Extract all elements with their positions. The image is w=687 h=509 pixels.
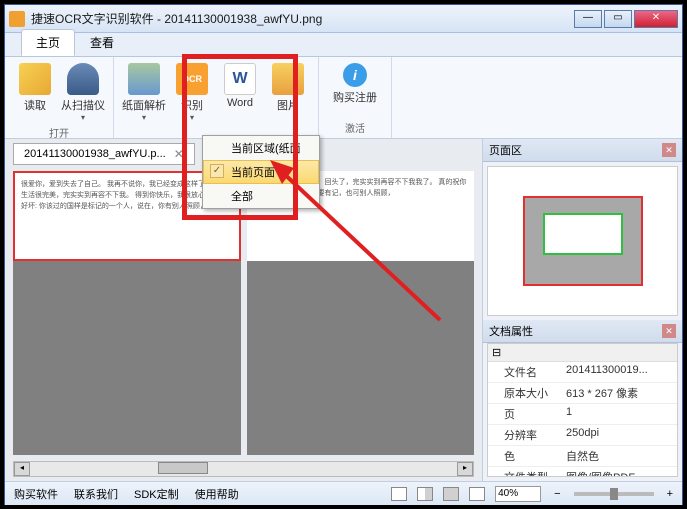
chevron-down-icon: ▾ [142, 113, 146, 122]
file-tab[interactable]: 20141130001938_awfYU.p... ✕ [13, 143, 195, 165]
ribbon: 读取 从扫描仪 ▾ 打开 纸面解析 ▾ OCR 识别 [5, 57, 682, 139]
status-help-link[interactable]: 使用帮助 [192, 486, 242, 502]
ocr-icon: OCR [176, 63, 208, 95]
statusbar: 购买软件 联系我们 SDK定制 使用帮助 − + [5, 481, 682, 505]
prop-row: 文件名201411300019... [488, 362, 677, 383]
word-icon: W [224, 63, 256, 95]
prop-group-toggle[interactable]: ⊟ [488, 344, 677, 362]
preview-region [543, 213, 623, 255]
side-panel: 页面区 ✕ 文档属性 ✕ ⊟ 文件名201411300019... 原本大小61… [482, 139, 682, 481]
chevron-down-icon: ▾ [190, 113, 194, 122]
page-preview[interactable] [487, 166, 678, 316]
zoom-out-button[interactable]: − [551, 488, 563, 500]
zoom-input[interactable] [495, 486, 541, 502]
parse-button[interactable]: 纸面解析 ▾ [120, 59, 168, 124]
menu-item-all[interactable]: 全部 [203, 184, 319, 208]
properties-grid: ⊟ 文件名201411300019... 原本大小613 * 267 像素 页1… [487, 343, 678, 477]
maximize-button[interactable]: ▭ [604, 10, 632, 28]
view-mode-3-icon[interactable] [443, 487, 459, 501]
file-tab-label: 20141130001938_awfYU.p... [24, 148, 166, 160]
prop-row: 分辨率250dpi [488, 425, 677, 446]
props-close-icon[interactable]: ✕ [662, 324, 676, 338]
check-icon: ✓ [210, 164, 224, 178]
parse-icon [128, 63, 160, 95]
document-page-left[interactable]: 很爱你，爱到失去了自己。 我再不说你，我已经变成这样了。 你的生活很完美，完实实… [13, 171, 241, 455]
status-contact-link[interactable]: 联系我们 [71, 486, 121, 502]
preview-header: 页面区 ✕ [483, 139, 682, 162]
app-window: 捷速OCR文字识别软件 - 20141130001938_awfYU.png —… [4, 4, 683, 505]
scroll-thumb[interactable] [158, 462, 208, 474]
zoom-in-button[interactable]: + [664, 488, 676, 500]
picture-button[interactable]: 图片 [264, 59, 312, 124]
document-page-right[interactable]: 别人面前很美了自己。 回头了，完实实到再容不下我我了。 真的祝你快乐，我放心。 … [247, 171, 475, 455]
props-header: 文档属性 ✕ [483, 320, 682, 343]
scroll-left-button[interactable]: ◂ [14, 462, 30, 476]
horizontal-scrollbar[interactable]: ◂ ▸ [13, 461, 474, 477]
prop-row: 页1 [488, 404, 677, 425]
word-button[interactable]: W Word [216, 59, 264, 124]
prop-row: 原本大小613 * 267 像素 [488, 383, 677, 404]
minimize-button[interactable]: — [574, 10, 602, 28]
preview-thumbnail [523, 196, 643, 286]
tab-main[interactable]: 主页 [21, 29, 75, 56]
app-icon [9, 11, 25, 27]
prop-row: 色自然色 [488, 446, 677, 467]
scroll-right-button[interactable]: ▸ [457, 462, 473, 476]
tab-view[interactable]: 查看 [75, 29, 129, 56]
menu-item-region[interactable]: 当前区域(纸面 [203, 136, 319, 160]
buy-button[interactable]: i 购买注册 [325, 59, 385, 119]
read-button[interactable]: 读取 [11, 59, 59, 124]
ribbon-tabs: 主页 查看 [5, 33, 682, 57]
file-tab-close-icon[interactable]: ✕ [174, 147, 184, 161]
preview-close-icon[interactable]: ✕ [662, 143, 676, 157]
info-icon: i [343, 63, 367, 87]
zoom-slider[interactable] [574, 492, 654, 496]
menu-item-page[interactable]: ✓ 当前页面 [203, 160, 319, 184]
zoom-slider-thumb[interactable] [610, 488, 618, 500]
prop-row: 文件类型图像/图像PDF [488, 467, 677, 477]
ocr-button[interactable]: OCR 识别 ▾ [168, 59, 216, 124]
folder-open-icon [19, 63, 51, 95]
window-title: 捷速OCR文字识别软件 - 20141130001938_awfYU.png [31, 10, 574, 27]
scroll-track[interactable] [30, 462, 457, 476]
view-mode-2-icon[interactable] [417, 487, 433, 501]
scanner-button[interactable]: 从扫描仪 ▾ [59, 59, 107, 124]
chevron-down-icon: ▾ [81, 113, 85, 122]
ocr-dropdown-menu: 当前区域(纸面 ✓ 当前页面 全部 [202, 135, 320, 209]
picture-icon [272, 63, 304, 95]
content-area: 20141130001938_awfYU.p... ✕ 很爱你，爱到失去了自己。… [5, 139, 682, 481]
status-sdk-link[interactable]: SDK定制 [131, 486, 182, 502]
close-button[interactable]: ✕ [634, 10, 678, 28]
view-mode-1-icon[interactable] [391, 487, 407, 501]
scanner-icon [67, 63, 99, 95]
status-buy-link[interactable]: 购买软件 [11, 486, 61, 502]
view-mode-4-icon[interactable] [469, 487, 485, 501]
